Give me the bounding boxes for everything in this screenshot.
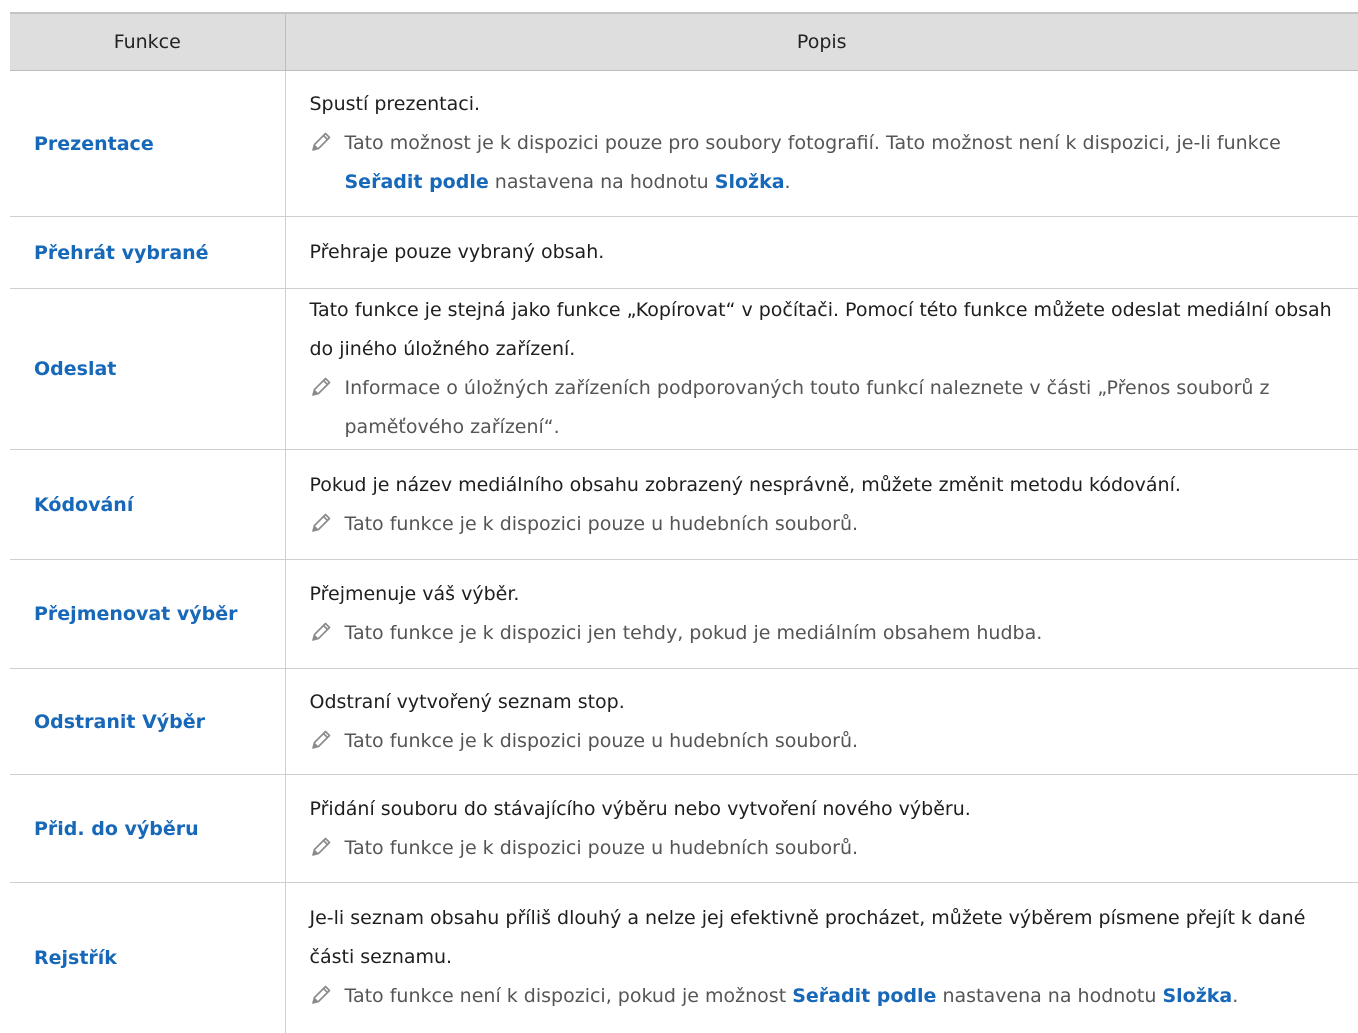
table-row: Rejstřík Je-li seznam obsahu příliš dlou…: [10, 882, 1358, 1033]
note-text: Informace o úložných zařízeních podporov…: [344, 377, 1270, 438]
table-row: Přid. do výběru Přidání souboru do stáva…: [10, 774, 1358, 883]
note-highlight: Složka: [1162, 985, 1233, 1008]
note-text: Tato funkce není k dispozici, pokud je m…: [344, 985, 793, 1008]
note-text: .: [1232, 985, 1239, 1008]
pencil-icon: [311, 730, 330, 749]
table-row: Kódování Pokud je název mediálního obsah…: [10, 449, 1358, 560]
function-name: Odeslat: [10, 288, 286, 450]
note-highlight: Seřadit podle: [344, 171, 489, 193]
function-name: Kódování: [10, 449, 286, 560]
description-text: Je-li seznam obsahu příliš dlouhý a nelz…: [309, 907, 1306, 969]
function-name: Prezentace: [10, 70, 286, 217]
note-text: Tato možnost je k dispozici pouze pro so…: [344, 132, 1281, 154]
function-name: Přid. do výběru: [10, 774, 286, 883]
note: Tato funkce je k dispozici pouze u hudeb…: [310, 829, 1345, 868]
header-function: Funkce: [10, 12, 285, 71]
table-row: Prezentace Spustí prezentaci. Tato možno…: [10, 70, 1358, 217]
note-text: Tato funkce je k dispozici jen tehdy, po…: [344, 622, 1043, 644]
note-highlight: Seřadit podle: [792, 985, 937, 1008]
pencil-icon: [311, 132, 330, 151]
note: Tato funkce je k dispozici pouze u hudeb…: [310, 505, 1345, 544]
note-text: Tato funkce je k dispozici pouze u hudeb…: [344, 836, 859, 859]
function-description: Přehraje pouze vybraný obsah.: [285, 216, 1358, 289]
description-text: Přejmenuje váš výběr.: [309, 583, 520, 605]
pencil-icon: [311, 985, 330, 1005]
pencil-icon: [311, 377, 330, 396]
note-text: Tato funkce je k dispozici pouze u hudeb…: [344, 512, 859, 535]
function-description: Přejmenuje váš výběr. Tato funkce je k d…: [285, 559, 1358, 669]
note: Tato možnost je k dispozici pouze pro so…: [310, 124, 1345, 202]
description-text: Pokud je název mediálního obsahu zobraze…: [309, 473, 1181, 496]
description-text: Přidání souboru do stávajícího výběru ne…: [309, 797, 971, 820]
pencil-icon: [311, 837, 330, 856]
function-description: Tato funkce je stejná jako funkce „Kopír…: [285, 288, 1358, 450]
description-text: Přehraje pouze vybraný obsah.: [309, 241, 605, 263]
note-text: .: [784, 171, 791, 193]
function-description: Odstraní vytvořený seznam stop. Tato fun…: [285, 668, 1358, 775]
function-description: Pokud je název mediálního obsahu zobraze…: [285, 449, 1358, 560]
function-description: Spustí prezentaci. Tato možnost je k dis…: [285, 70, 1358, 217]
function-name: Přehrát vybrané: [10, 216, 286, 289]
note: Tato funkce je k dispozici jen tehdy, po…: [310, 614, 1345, 653]
note-highlight: Složka: [714, 171, 785, 193]
pencil-icon: [311, 622, 330, 641]
pencil-icon: [311, 513, 330, 532]
table-row: Přehrát vybrané Přehraje pouze vybraný o…: [10, 216, 1358, 289]
functions-table: Funkce Popis Prezentace Spustí prezentac…: [10, 12, 1358, 1033]
note-text: nastavena na hodnotu: [488, 171, 715, 193]
description-text: Tato funkce je stejná jako funkce „Kopír…: [309, 299, 1332, 360]
header-description: Popis: [284, 12, 1358, 71]
table-header: Funkce Popis: [10, 12, 1358, 71]
note: Tato funkce není k dispozici, pokud je m…: [310, 977, 1345, 1016]
description-text: Spustí prezentaci.: [309, 93, 481, 115]
table-row: Odeslat Tato funkce je stejná jako funkc…: [10, 288, 1358, 450]
note: Tato funkce je k dispozici pouze u hudeb…: [310, 722, 1345, 761]
note-text: nastavena na hodnotu: [936, 985, 1163, 1008]
function-description: Je-li seznam obsahu příliš dlouhý a nelz…: [285, 883, 1358, 1033]
table-row: Přejmenovat výběr Přejmenuje váš výběr. …: [10, 559, 1358, 669]
function-name: Odstranit Výběr: [10, 668, 286, 775]
function-description: Přidání souboru do stávajícího výběru ne…: [285, 774, 1358, 883]
note: Informace o úložných zařízeních podporov…: [310, 369, 1345, 447]
table-row: Odstranit Výběr Odstraní vytvořený sezna…: [10, 668, 1358, 775]
description-text: Odstraní vytvořený seznam stop.: [309, 690, 625, 713]
function-name: Přejmenovat výběr: [10, 559, 286, 669]
note-text: Tato funkce je k dispozici pouze u hudeb…: [344, 729, 859, 752]
function-name: Rejstřík: [10, 882, 286, 1033]
